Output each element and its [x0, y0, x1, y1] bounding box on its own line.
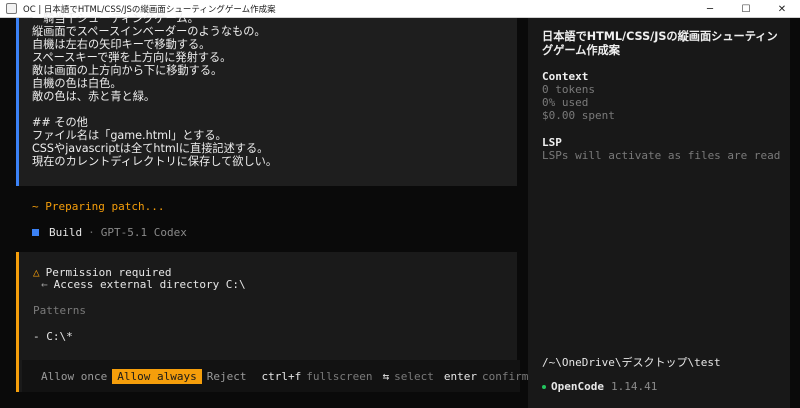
- message-line: ## その他: [32, 116, 88, 129]
- fullscreen-label: fullscreen: [306, 369, 373, 383]
- reject-button[interactable]: Reject: [202, 369, 252, 384]
- message-line: 自機は左右の矢印キーで移動する。: [32, 38, 211, 51]
- build-separator: ·: [88, 226, 95, 239]
- context-heading: Context: [542, 70, 589, 83]
- message-line: ファイル名は「game.html」とする。: [32, 129, 227, 142]
- context-used: 0% used: [542, 96, 589, 109]
- preparing-status: ~ Preparing patch...: [32, 200, 165, 213]
- lsp-heading: LSP: [542, 136, 562, 149]
- message-line: 現在のカレントディレクトリに保存して欲しい。: [32, 155, 278, 168]
- message-line: 一騎当千シューティングゲーム。: [32, 12, 199, 25]
- session-title: 日本語でHTML/CSS/JSの縦画面シューティングゲーム作成案: [542, 30, 778, 57]
- permission-actions: Allow once Allow always Reject ctrl+f fu…: [22, 360, 528, 392]
- window-right-edge: [790, 18, 800, 408]
- select-arrows-icon: ⇆: [382, 369, 390, 383]
- maximize-button[interactable]: ☐: [728, 0, 764, 18]
- brand-version: 1.14.41: [610, 380, 658, 393]
- allow-once-button[interactable]: Allow once: [36, 369, 112, 384]
- message-line: 自機の色は白色。: [32, 77, 122, 90]
- build-label: Build: [49, 226, 83, 239]
- confirm-key: enter: [443, 369, 477, 383]
- message-line: 敵は画面の上方向から下に移動する。: [32, 64, 223, 77]
- session-sidebar: 日本語でHTML/CSS/JSの縦画面シューティングゲーム作成案 Context…: [528, 18, 790, 408]
- permission-subtitle-row: ← Access external directory C:\: [41, 278, 246, 291]
- message-line: 敵の色は、赤と青と緑。: [32, 90, 156, 103]
- message-line: CSSやjavascriptは全てhtmlに直接記述する。: [32, 142, 269, 155]
- message-line: スペースキーで弾を上方向に発射する。: [32, 51, 232, 64]
- confirm-label: confirm: [481, 369, 529, 383]
- message-line: 縦画面でスペースインベーダーのようなもの。: [32, 25, 266, 38]
- context-spent: $0.00 spent: [542, 109, 615, 122]
- select-label: select: [394, 369, 434, 383]
- brand-name: OpenCode: [551, 380, 604, 393]
- app-icon: [6, 3, 17, 14]
- fullscreen-key: ctrl+f: [261, 369, 302, 383]
- pattern-item: - C:\*: [33, 330, 73, 343]
- context-tokens: 0 tokens: [542, 83, 595, 96]
- permission-subtitle: Access external directory C:\: [53, 278, 246, 291]
- working-directory: /~\OneDrive\デスクトップ\test: [542, 356, 721, 369]
- build-square-icon: [32, 229, 39, 236]
- message-line: [32, 103, 517, 116]
- minimize-button[interactable]: ─: [692, 0, 728, 18]
- build-row: Build · GPT-5.1 Codex: [32, 226, 187, 239]
- brand-row: OpenCode 1.14.41: [542, 380, 657, 393]
- patterns-label: Patterns: [33, 304, 86, 317]
- close-button[interactable]: ✕: [764, 0, 800, 18]
- warning-icon: △: [33, 266, 40, 279]
- user-message: 一騎当千シューティングゲーム。 縦画面でスペースインベーダーのようなもの。 自機…: [16, 12, 517, 186]
- conversation-pane[interactable]: 一騎当千シューティングゲーム。 縦画面でスペースインベーダーのようなもの。 自機…: [0, 12, 528, 408]
- allow-always-button[interactable]: Allow always: [112, 368, 202, 384]
- arrow-left-icon: ←: [41, 278, 48, 291]
- lsp-status: LSPs will activate as files are read: [542, 149, 781, 162]
- permission-dialog: △ Permission required ← Access external …: [16, 252, 528, 392]
- model-name: GPT-5.1 Codex: [100, 226, 187, 239]
- status-dot-icon: [542, 384, 546, 389]
- window-controls: ─ ☐ ✕: [692, 0, 800, 18]
